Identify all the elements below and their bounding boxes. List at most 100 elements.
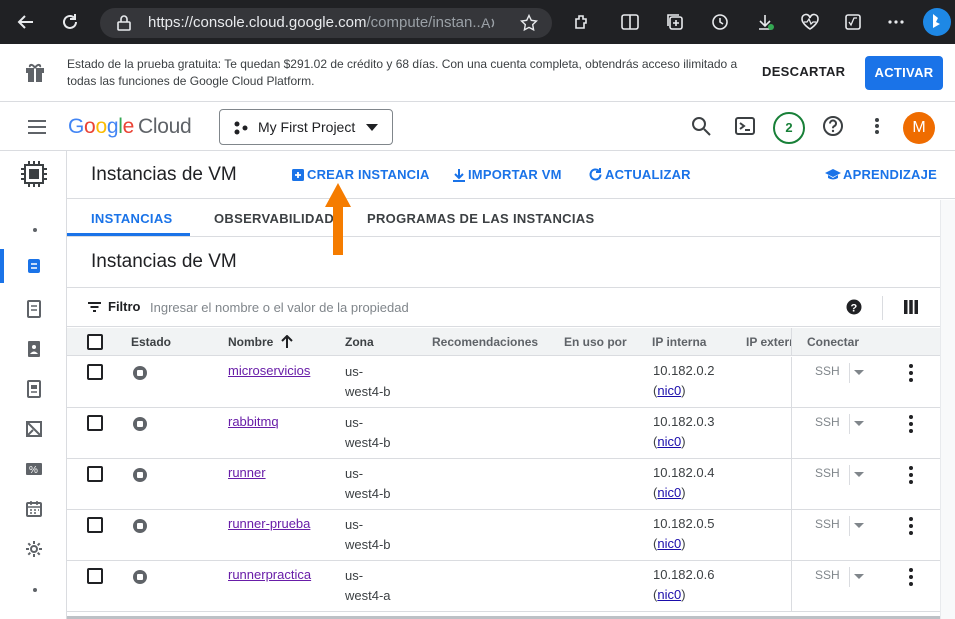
- ssh-button[interactable]: SSH: [815, 466, 840, 480]
- math-solver-icon[interactable]: [843, 12, 863, 32]
- ssh-button[interactable]: SSH: [815, 415, 840, 429]
- active-tab-indicator: [67, 233, 190, 236]
- notifications-badge[interactable]: 2: [773, 112, 805, 144]
- hamburger-menu-icon[interactable]: [26, 117, 48, 137]
- zone-cell: us-west4-b: [345, 415, 391, 450]
- favorite-star-icon[interactable]: [520, 14, 538, 32]
- tab-instances[interactable]: INSTANCIAS: [91, 211, 172, 226]
- bing-icon[interactable]: [922, 6, 952, 38]
- row-actions-more-icon[interactable]: [909, 466, 913, 484]
- ssh-dropdown-arrow-icon[interactable]: [854, 370, 864, 376]
- compute-engine-chip-icon[interactable]: [19, 159, 49, 189]
- more-vert-icon[interactable]: [866, 115, 888, 137]
- address-bar[interactable]: https://console.cloud.google.com/compute…: [100, 8, 552, 38]
- col-status[interactable]: Estado: [131, 335, 171, 349]
- help-filled-icon[interactable]: ?: [846, 299, 862, 315]
- sole-tenant-nodes-icon[interactable]: [25, 340, 43, 358]
- cloud-shell-icon[interactable]: [734, 115, 756, 137]
- nic-link[interactable]: nic0: [657, 383, 681, 398]
- col-connect[interactable]: Conectar: [807, 335, 859, 349]
- row-checkbox[interactable]: [87, 364, 103, 380]
- more-options-icon[interactable]: [886, 12, 906, 32]
- activate-button[interactable]: ACTIVAR: [865, 56, 943, 90]
- svg-text:%: %: [29, 465, 38, 476]
- col-zone[interactable]: Zona: [345, 335, 374, 349]
- col-external-ip[interactable]: IP extern: [746, 335, 791, 349]
- help-icon[interactable]: [822, 115, 844, 137]
- col-internal-ip[interactable]: IP interna: [652, 335, 706, 349]
- create-instance-button[interactable]: CREAR INSTANCIA: [291, 167, 430, 182]
- svg-text:?: ?: [851, 303, 858, 315]
- table-row: runnerpractica us-west4-a 10.182.0.6 (nic…: [67, 561, 940, 612]
- dismiss-button[interactable]: DESCARTAR: [762, 64, 845, 79]
- instance-name-link[interactable]: runner-prueba: [228, 514, 310, 534]
- nic-link[interactable]: nic0: [657, 434, 681, 449]
- filter-input[interactable]: Ingresar el nombre o el valor de la prop…: [150, 300, 409, 315]
- instance-name-link[interactable]: runner: [228, 463, 266, 483]
- split-screen-icon[interactable]: [620, 12, 640, 32]
- read-aloud-icon[interactable]: A: [480, 14, 498, 32]
- ssh-dropdown-arrow-icon[interactable]: [854, 421, 864, 427]
- stopped-status-icon: [133, 468, 147, 482]
- refresh-button[interactable]: ACTUALIZAR: [588, 167, 691, 182]
- avatar[interactable]: M: [903, 112, 935, 144]
- vertical-scrollbar[interactable]: [940, 200, 955, 619]
- ssh-dropdown-arrow-icon[interactable]: [854, 523, 864, 529]
- ssh-button[interactable]: SSH: [815, 568, 840, 582]
- instance-templates-icon[interactable]: [25, 300, 43, 318]
- nic-link[interactable]: nic0: [657, 536, 681, 551]
- row-actions-more-icon[interactable]: [909, 568, 913, 586]
- project-selector[interactable]: My First Project: [219, 109, 393, 145]
- row-checkbox[interactable]: [87, 415, 103, 431]
- row-checkbox[interactable]: [87, 466, 103, 482]
- machine-images-icon[interactable]: [25, 380, 43, 398]
- ssh-dropdown-arrow-icon[interactable]: [854, 574, 864, 580]
- rail-item-vm-instances[interactable]: [0, 249, 67, 283]
- settings-gear-icon[interactable]: [25, 540, 43, 558]
- extensions-icon[interactable]: [572, 12, 592, 32]
- ssh-dropdown-arrow-icon[interactable]: [854, 472, 864, 478]
- connect-cell: SSH: [791, 357, 940, 408]
- row-checkbox[interactable]: [87, 517, 103, 533]
- col-name[interactable]: Nombre: [228, 335, 294, 349]
- row-actions-more-icon[interactable]: [909, 364, 913, 382]
- performance-heart-icon[interactable]: [800, 12, 820, 32]
- browser-toolbar: https://console.cloud.google.com/compute…: [0, 0, 955, 44]
- col-in-use-by[interactable]: En uso por: [564, 335, 627, 349]
- filter-button[interactable]: Filtro: [87, 299, 141, 314]
- instance-name-link[interactable]: rabbitmq: [228, 412, 279, 432]
- google-cloud-logo[interactable]: Google Cloud: [68, 115, 192, 139]
- reservations-calendar-icon[interactable]: [25, 500, 43, 518]
- logo-google: Google: [68, 115, 134, 138]
- downloads-icon[interactable]: [755, 12, 775, 32]
- tab-observability[interactable]: OBSERVABILIDAD: [214, 211, 334, 226]
- ssh-button[interactable]: SSH: [815, 517, 840, 531]
- instance-name-link[interactable]: microservicios: [228, 361, 310, 381]
- collections-icon[interactable]: [665, 12, 685, 32]
- col-recommendations[interactable]: Recomendaciones: [432, 335, 538, 349]
- table-row: microservicios us-west4-b 10.182.0.2 (nic…: [67, 357, 940, 408]
- import-vm-button[interactable]: IMPORTAR VM: [452, 167, 562, 182]
- row-actions-more-icon[interactable]: [909, 517, 913, 535]
- sort-up-arrow-icon: [281, 335, 294, 348]
- search-icon[interactable]: [690, 115, 712, 137]
- select-all-checkbox[interactable]: [87, 334, 103, 350]
- stopped-status-icon: [133, 570, 147, 584]
- nic-link[interactable]: nic0: [657, 587, 681, 602]
- table-row: rabbitmq us-west4-b 10.182.0.3 (nic0) SSH: [67, 408, 940, 459]
- instance-name-link[interactable]: runnerpractica: [228, 565, 311, 585]
- left-nav-rail: %: [0, 151, 67, 619]
- column-display-icon[interactable]: [904, 300, 918, 314]
- row-checkbox[interactable]: [87, 568, 103, 584]
- reload-icon[interactable]: [60, 12, 80, 32]
- ssh-button[interactable]: SSH: [815, 364, 840, 378]
- back-icon[interactable]: [16, 12, 36, 32]
- row-actions-more-icon[interactable]: [909, 415, 913, 433]
- tpus-icon[interactable]: [25, 420, 43, 438]
- committed-use-discounts-icon[interactable]: %: [25, 460, 43, 478]
- page-toolbar: Instancias de VM CREAR INSTANCIA IMPORTA…: [67, 151, 955, 199]
- tab-instance-schedules[interactable]: PROGRAMAS DE LAS INSTANCIAS: [367, 211, 594, 226]
- learn-button[interactable]: APRENDIZAJE: [825, 167, 937, 182]
- history-icon[interactable]: [710, 12, 730, 32]
- nic-link[interactable]: nic0: [657, 485, 681, 500]
